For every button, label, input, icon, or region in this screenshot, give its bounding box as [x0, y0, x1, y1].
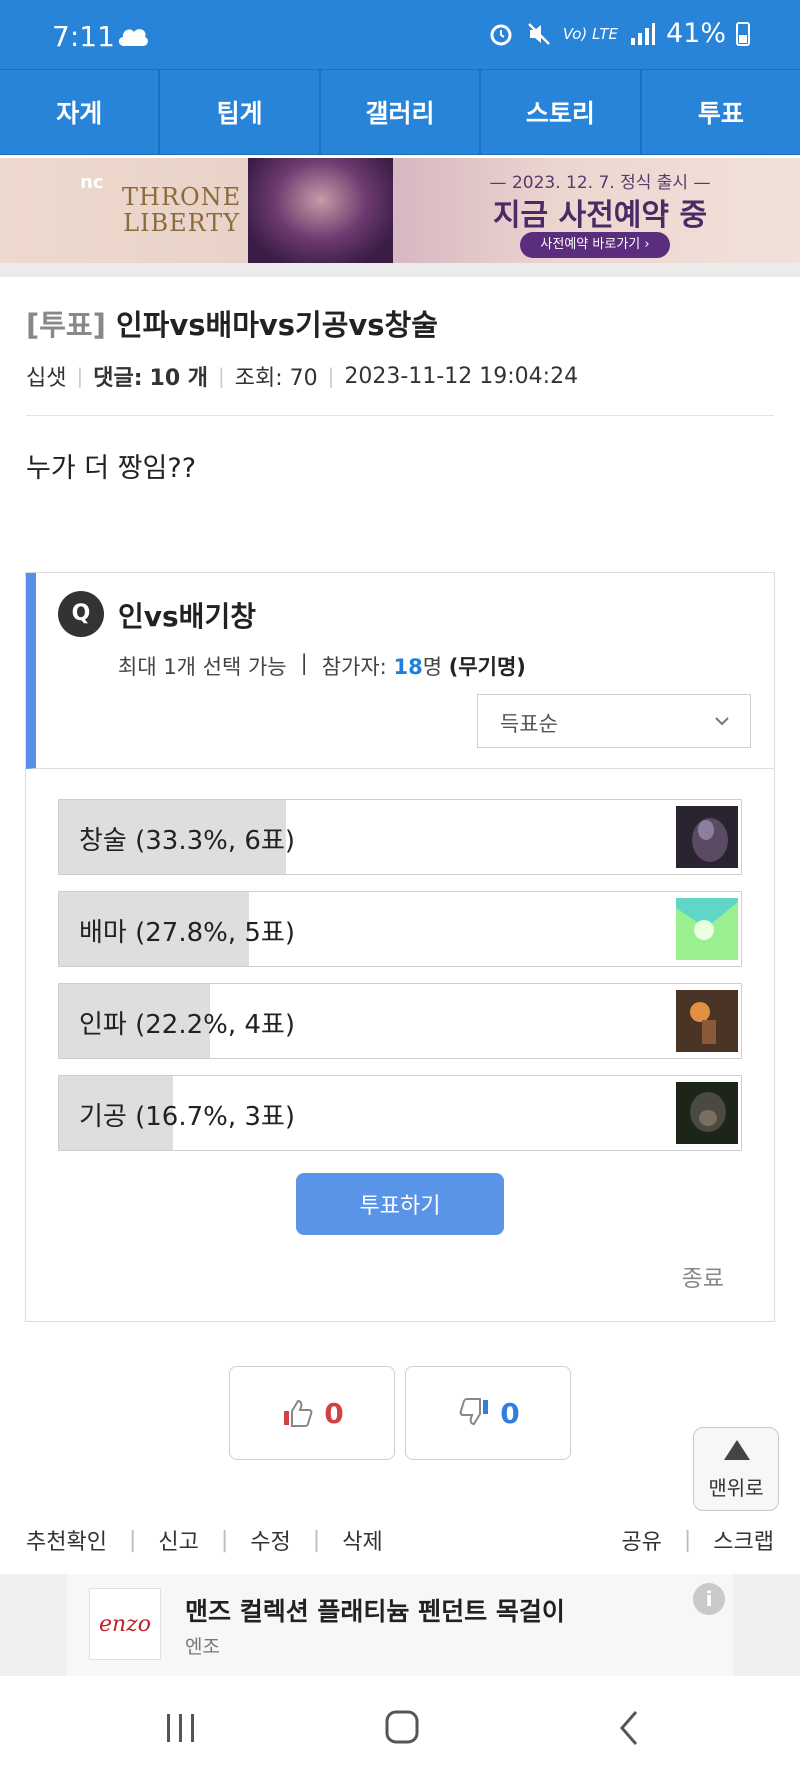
signal-icon	[630, 22, 655, 45]
thumbs-up-icon	[284, 1399, 313, 1427]
view-recommendations-link[interactable]: 추천확인	[26, 1524, 107, 1556]
throne-liberty-logo: THRONE LIBERTY	[122, 183, 242, 237]
action-separator: |	[128, 1527, 137, 1553]
chevron-down-icon	[715, 717, 729, 726]
report-link[interactable]: 신고	[158, 1524, 198, 1556]
divider	[26, 415, 774, 416]
action-separator: |	[220, 1527, 229, 1553]
back-to-top-label: 맨위로	[708, 1476, 764, 1500]
poll-question: 인vs배기창	[118, 600, 256, 633]
action-separator: |	[312, 1527, 321, 1553]
battery-percent: 41%	[665, 18, 726, 49]
post-category: [투표]	[26, 308, 106, 342]
sort-dropdown[interactable]: 득표순	[477, 694, 751, 748]
home-icon[interactable]	[372, 1706, 432, 1750]
network-label: Vo) LTE	[562, 24, 618, 43]
post-actions: 추천확인 | 신고 | 수정 | 삭제 공유 | 스크랩	[26, 1524, 774, 1556]
post-author[interactable]: 십샛	[26, 360, 66, 392]
post-views: 조회: 70	[234, 366, 318, 391]
downvote-button[interactable]: 0	[405, 1366, 571, 1460]
post-comments[interactable]: 댓글: 10 개	[93, 360, 208, 392]
option-label: 창술 (33.3%, 6표)	[79, 826, 295, 856]
back-to-top-button[interactable]: 맨위로	[693, 1427, 779, 1511]
poll-info: 최대 1개 선택 가능 | 참가자: 18명 (무기명)	[118, 651, 526, 681]
option-label: 기공 (16.7%, 3표)	[79, 1102, 295, 1132]
ad-advertiser: 엔조	[185, 1636, 220, 1658]
poll-box: Q 인vs배기창 최대 1개 선택 가능 | 참가자: 18명 (무기명) 득표…	[25, 572, 775, 1322]
scrap-link[interactable]: 스크랩	[713, 1524, 774, 1556]
meta-separator: |	[218, 364, 225, 388]
ad-card[interactable]: enzo 맨즈 컬렉션 플래티늄 펜던트 목걸이 엔조	[67, 1574, 733, 1676]
meta-separator: |	[327, 364, 335, 388]
post-actions-left: 추천확인 | 신고 | 수정 | 삭제	[26, 1524, 383, 1556]
arrow-up-icon	[724, 1440, 750, 1460]
upvote-button[interactable]: 0	[229, 1366, 395, 1460]
bottom-ad[interactable]: enzo 맨즈 컬렉션 플래티늄 펜던트 목걸이 엔조	[0, 1574, 800, 1676]
status-indicators: Vo) LTE 41%	[487, 18, 750, 49]
thumbs-down-icon	[459, 1398, 489, 1426]
option-thumbnail	[676, 806, 738, 868]
post-datetime: 2023-11-12 19:04:24	[344, 363, 579, 389]
system-nav-bar	[0, 1676, 800, 1778]
meta-separator: |	[76, 364, 84, 388]
ad-logo: enzo	[89, 1588, 161, 1660]
post-actions-right: 공유 | 스크랩	[621, 1524, 774, 1556]
max-select-text: 최대 1개 선택 가능	[118, 655, 287, 679]
banner-character-image	[248, 158, 393, 263]
sort-selected-value: 득표순	[500, 712, 558, 736]
tab-tips-board[interactable]: 팁게	[160, 70, 321, 154]
ad-title: 맨즈 컬렉션 플래티늄 펜던트 목걸이	[185, 1597, 565, 1626]
tab-vote[interactable]: 투표	[642, 70, 800, 154]
nc-logo: nc	[80, 172, 104, 193]
question-badge: Q	[58, 591, 104, 637]
back-icon[interactable]	[600, 1706, 660, 1750]
participants: 참가자: 18명 (무기명)	[321, 655, 526, 679]
share-link[interactable]: 공유	[621, 1524, 661, 1556]
tab-gallery[interactable]: 갤러리	[321, 70, 482, 154]
cloud-icon	[118, 29, 148, 46]
poll-closed-label: 종료	[681, 1266, 724, 1292]
status-bar: 7:11 Vo) LTE 41%	[0, 0, 800, 69]
option-thumbnail	[676, 1082, 738, 1144]
tab-story[interactable]: 스토리	[481, 70, 642, 154]
poll-option[interactable]: 창술 (33.3%, 6표)	[58, 799, 742, 875]
recent-apps-icon[interactable]	[150, 1706, 210, 1750]
banner-headline: 지금 사전예약 중	[492, 198, 708, 233]
poll-option[interactable]: 기공 (16.7%, 3표)	[58, 1075, 742, 1151]
poll-option[interactable]: 인파 (22.2%, 4표)	[58, 983, 742, 1059]
poll-option[interactable]: 배마 (27.8%, 5표)	[58, 891, 742, 967]
action-separator: |	[683, 1527, 692, 1553]
info-separator: |	[300, 651, 308, 675]
banner-ad[interactable]: nc THRONE LIBERTY — 2023. 12. 7. 정식 출시 —…	[0, 158, 800, 263]
battery-icon	[736, 21, 750, 46]
option-thumbnail	[676, 990, 738, 1052]
poll-header: Q 인vs배기창 최대 1개 선택 가능 | 참가자: 18명 (무기명) 득표…	[26, 573, 774, 769]
upvote-count: 0	[324, 1396, 344, 1430]
board-tabs: 자게 팁게 갤러리 스토리 투표	[0, 69, 800, 155]
delete-link[interactable]: 삭제	[342, 1524, 382, 1556]
vote-button[interactable]: 투표하기	[296, 1173, 504, 1235]
alarm-icon	[490, 24, 512, 45]
edit-link[interactable]: 수정	[250, 1524, 290, 1556]
post-title-text: 인파vs배마vs기공vs창술	[115, 308, 438, 342]
option-label: 배마 (27.8%, 5표)	[79, 918, 295, 948]
post-title: [투표] 인파vs배마vs기공vs창술	[26, 302, 438, 344]
ad-info-icon[interactable]: i	[693, 1583, 725, 1615]
section-gap	[0, 263, 800, 277]
post-meta: 십샛 | 댓글: 10 개 | 조회: 70 | 2023-11-12 19:0…	[26, 360, 578, 392]
downvote-count: 0	[500, 1396, 520, 1430]
mute-icon	[527, 22, 550, 45]
status-time: 7:11	[52, 20, 115, 53]
banner-cta-button[interactable]: 사전예약 바로가기 ›	[520, 232, 670, 258]
option-thumbnail	[676, 898, 738, 960]
tab-free-board[interactable]: 자게	[0, 70, 161, 154]
option-label: 인파 (22.2%, 4표)	[79, 1010, 295, 1040]
post-body: 누가 더 짱임??	[26, 453, 197, 484]
